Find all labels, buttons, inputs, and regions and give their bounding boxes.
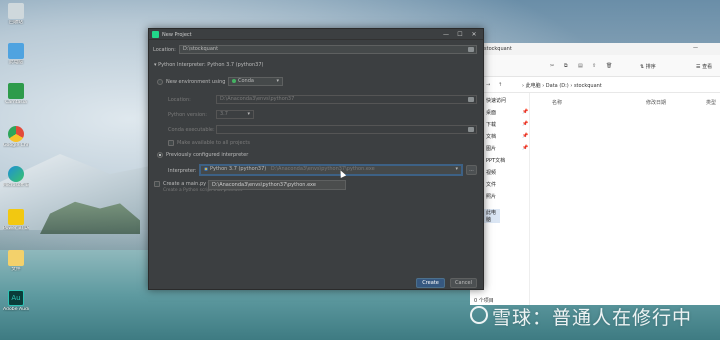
location-label: Location: <box>153 47 176 53</box>
pin-icon: 📌 <box>522 121 529 127</box>
interpreter-label: Interpreter: <box>168 168 197 174</box>
sidebar-item-desktop[interactable]: 桌面 <box>486 109 496 116</box>
folder-icon[interactable] <box>468 127 474 132</box>
new-project-dialog: New Project — ☐ ✕ Location: D:\stockquan… <box>148 28 484 290</box>
interpreter-browse-button[interactable]: ... <box>466 165 477 175</box>
power-bi-icon <box>8 209 24 225</box>
env-location-input[interactable]: D:\Anaconda3\envs\python37 <box>216 95 477 104</box>
new-environment-label: New environment using <box>166 79 226 85</box>
audition-icon: Au <box>8 290 24 306</box>
chrome-icon <box>8 126 24 142</box>
dialog-title: New Project <box>162 32 192 38</box>
explorer-minimize-icon[interactable]: — <box>693 45 698 51</box>
sidebar-item-photos[interactable]: 照片 <box>486 193 496 200</box>
pin-icon: 📌 <box>522 133 529 139</box>
desktop-icon-chrome[interactable]: Google Chrome <box>3 126 29 148</box>
make-available-label: Make available to all projects <box>177 140 250 146</box>
cancel-button[interactable]: Cancel <box>450 278 477 288</box>
desktop-icon-edge[interactable]: Microsoft Edge <box>3 166 29 188</box>
python-icon <box>204 166 208 171</box>
explorer-address-bar[interactable]: ← → ↑ › 此电脑 › Data (D:) › stockquant <box>470 77 720 93</box>
share-icon[interactable]: ⇪ <box>592 63 596 69</box>
env-location-label: Location: <box>168 97 191 103</box>
dialog-titlebar: New Project — ☐ ✕ <box>149 29 483 40</box>
desktop-icon-folder[interactable]: 文件 <box>3 250 29 272</box>
minimize-icon[interactable]: — <box>441 30 451 39</box>
make-available-checkbox[interactable] <box>168 140 174 146</box>
desktop-icon-audition[interactable]: Au Adobe Audition <box>3 290 29 312</box>
view-button[interactable]: ☰ 查看 <box>696 63 712 70</box>
chevron-down-icon: ▾ <box>247 111 250 117</box>
xueqiu-logo-icon <box>470 306 488 324</box>
folder-icon[interactable] <box>468 97 474 102</box>
cut-icon[interactable]: ✂ <box>550 63 554 69</box>
sort-button[interactable]: ⇅ 排序 <box>640 63 656 70</box>
forward-icon[interactable]: → <box>486 82 490 88</box>
file-explorer-window: stockquant — ✂ ⧉ ▤ ⇪ 🗑 ⇅ 排序 ☰ 查看 ← → ↑ ›… <box>470 43 720 305</box>
interpreter-path-tooltip: D:\Anaconda3\envs\python37\python.exe <box>208 180 346 190</box>
sidebar-item-documents[interactable]: 文档 <box>486 133 496 140</box>
up-icon[interactable]: ↑ <box>498 82 502 88</box>
python-version-select[interactable]: 3.7 ▾ <box>216 110 254 119</box>
desktop-icon-camtasia[interactable]: Camtasia <box>3 83 29 105</box>
python-version-label: Python version: <box>168 112 207 118</box>
delete-icon[interactable]: 🗑 <box>606 63 612 69</box>
desktop-icon-recycle-bin[interactable]: 回收站 <box>3 3 29 25</box>
desktop-icon-power-bi[interactable]: Power BI Desktop <box>3 209 29 231</box>
explorer-command-bar: ✂ ⧉ ▤ ⇪ 🗑 ⇅ 排序 ☰ 查看 <box>470 55 720 77</box>
conda-executable-input[interactable] <box>216 125 477 134</box>
sidebar-item-ppt[interactable]: PPT文档 <box>486 157 505 164</box>
chevron-down-icon: ▾ <box>276 78 279 84</box>
pin-icon: 📌 <box>522 145 529 151</box>
sidebar-item-pictures[interactable]: 图片 <box>486 145 496 152</box>
create-button[interactable]: Create <box>416 278 445 288</box>
camtasia-icon <box>8 83 24 99</box>
breadcrumb[interactable]: › 此电脑 › Data (D:) › stockquant <box>522 82 602 89</box>
previously-configured-label: Previously configured interpreter <box>166 152 249 158</box>
recycle-bin-icon <box>8 3 24 19</box>
column-header-modified[interactable]: 修改日期 <box>646 99 666 106</box>
maximize-icon[interactable]: ☐ <box>455 30 465 39</box>
chevron-down-icon: ▾ <box>455 166 458 172</box>
explorer-status: 0 个项目 <box>474 298 494 304</box>
environment-tool-select[interactable]: Conda ▾ <box>228 77 283 86</box>
conda-icon <box>232 78 236 83</box>
interpreter-select[interactable]: Python 3.7 (python37) D:\Anaconda3\envs\… <box>200 165 462 175</box>
sidebar-item-downloads[interactable]: 下载 <box>486 121 496 128</box>
sidebar-item-videos[interactable]: 视频 <box>486 169 496 176</box>
sidebar-item-quick-access[interactable]: 快速访问 <box>486 97 506 104</box>
sidebar-item-this-pc[interactable]: 此电脑 <box>482 209 500 223</box>
watermark-text: 雪球：普通人在修行中 <box>492 307 693 329</box>
column-header-name[interactable]: 名称 <box>552 99 562 106</box>
copy-icon[interactable]: ⧉ <box>564 63 568 69</box>
explorer-titlebar: stockquant — <box>470 43 720 55</box>
close-icon[interactable]: ✕ <box>469 30 479 39</box>
folder-icon <box>8 250 24 266</box>
pycharm-icon <box>152 31 159 38</box>
column-header-type[interactable]: 类型 <box>706 99 716 106</box>
sidebar-item-files[interactable]: 文件 <box>486 181 496 188</box>
paste-icon[interactable]: ▤ <box>578 63 583 69</box>
pin-icon: 📌 <box>522 109 529 115</box>
location-input[interactable]: D:\stockquant <box>179 45 477 54</box>
previously-configured-radio[interactable] <box>157 152 163 158</box>
desktop-icon-this-pc[interactable]: 此电脑 <box>3 43 29 65</box>
new-environment-radio[interactable] <box>157 79 163 85</box>
computer-icon <box>8 43 24 59</box>
edge-icon <box>8 166 24 182</box>
folder-icon[interactable] <box>468 47 474 52</box>
conda-executable-label: Conda executable: <box>168 127 215 133</box>
interpreter-section-toggle[interactable]: ▾ Python Interpreter: Python 3.7 (python… <box>154 62 263 68</box>
create-main-checkbox[interactable] <box>154 181 160 187</box>
